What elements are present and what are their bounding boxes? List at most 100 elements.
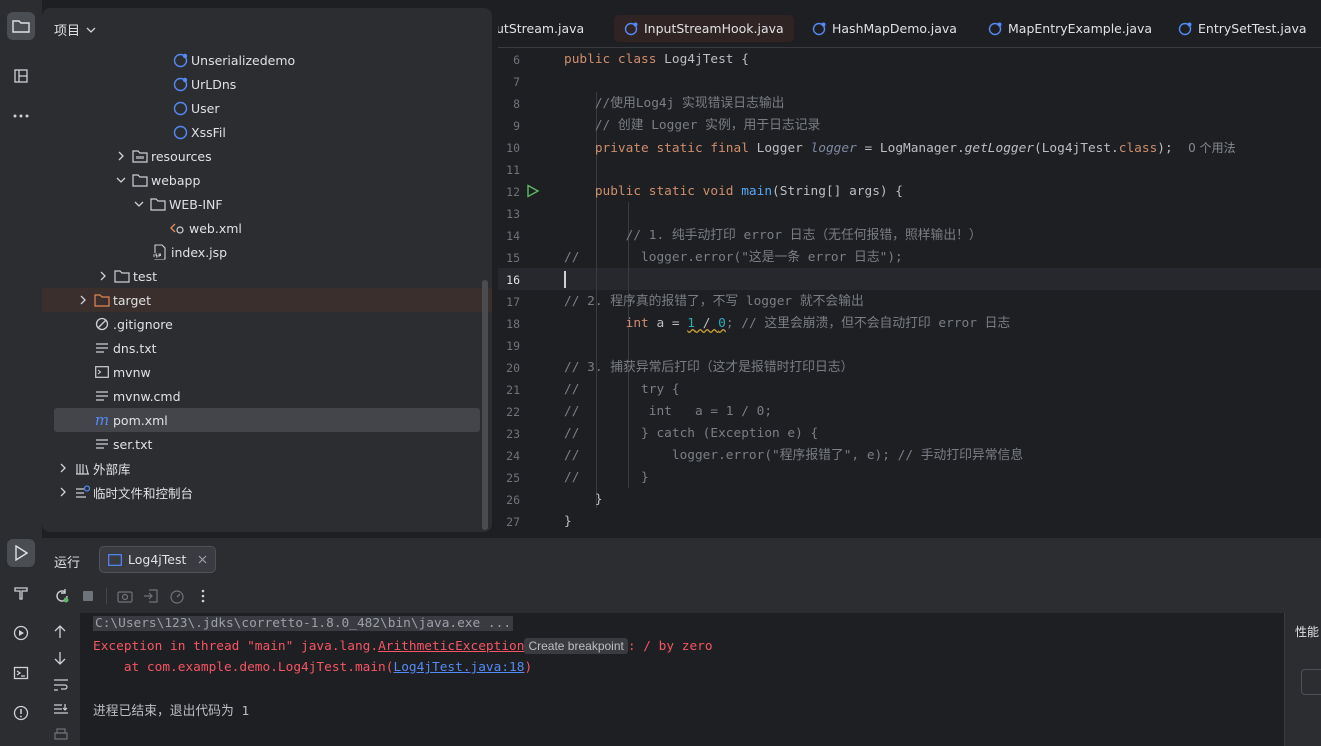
scroll-to-end-icon[interactable] <box>53 703 69 717</box>
maven-icon: m <box>94 411 110 429</box>
line-number: 16 <box>506 273 520 287</box>
run-toolbar <box>54 586 211 606</box>
services-icon[interactable] <box>7 619 35 647</box>
folder-icon <box>132 148 148 164</box>
code-line-8: //使用Log4j 实现错误日志输出 <box>564 96 785 111</box>
tree-item-xssfil[interactable]: XssFil <box>42 120 480 144</box>
console-output[interactable]: C:\Users\123\.jdks\corretto-1.8.0_482\bi… <box>80 613 1284 746</box>
line-number: 24 <box>506 449 520 463</box>
line-number: 10 <box>506 141 520 155</box>
run-panel: 运行 Log4jTest C:\Users\123\.jdks\corretto… <box>42 538 1321 746</box>
code-line-18: int a = 1 / 0; // 这里会崩溃，但不会自动打印 error 日志 <box>564 316 1011 331</box>
tree-item-dns-txt[interactable]: dns.txt <box>42 336 480 360</box>
source-link[interactable]: Log4jTest.java:18 <box>393 660 524 675</box>
profiler-icon[interactable] <box>169 588 185 604</box>
tree-item-external-libraries[interactable]: 外部库 <box>42 456 480 480</box>
code-line-10: private static final Logger logger = Log… <box>564 141 1236 156</box>
tab-hashmapdemo[interactable]: HashMapDemo.java <box>802 15 967 42</box>
tree-item-pom-xml[interactable]: m pom.xml <box>54 408 480 432</box>
chevron-down-icon[interactable] <box>132 197 146 211</box>
folder-icon <box>94 292 110 308</box>
line-number: 13 <box>506 207 520 221</box>
print-icon[interactable] <box>53 728 69 742</box>
code-line-25: // } <box>564 470 649 485</box>
tool-window-strip <box>0 0 42 746</box>
tree-item-target[interactable]: target <box>42 288 492 312</box>
arrow-up-icon[interactable] <box>54 625 66 639</box>
java-class-icon <box>172 100 188 116</box>
run-icon[interactable] <box>7 539 35 567</box>
code-line-12: public static void main(String[] args) { <box>564 184 904 199</box>
text-file-icon <box>94 340 110 356</box>
tree-item-resources[interactable]: resources <box>42 144 480 168</box>
project-panel-header[interactable]: 项目 <box>54 20 96 39</box>
create-breakpoint-button[interactable]: Create breakpoint <box>524 638 628 654</box>
console-exception-line: Exception in thread "main" java.lang.Ari… <box>93 638 713 654</box>
tree-item-unserializedemo[interactable]: Unserializedemo <box>42 48 480 72</box>
tree-item-gitignore[interactable]: .gitignore <box>42 312 480 336</box>
tree-item-web-inf[interactable]: WEB-INF <box>42 192 480 216</box>
text-cursor <box>564 271 566 288</box>
line-number: 22 <box>506 405 520 419</box>
terminal-icon[interactable] <box>7 659 35 687</box>
rerun-icon[interactable] <box>54 588 70 604</box>
tree-item-test[interactable]: test <box>42 264 480 288</box>
camera-icon[interactable] <box>117 588 133 604</box>
line-number: 6 <box>513 53 520 67</box>
gitignore-icon <box>94 316 110 332</box>
console-command-line: C:\Users\123\.jdks\corretto-1.8.0_482\bi… <box>93 616 514 631</box>
jsp-icon <box>152 244 168 260</box>
more-icon[interactable] <box>7 102 35 130</box>
folder-icon <box>150 196 166 212</box>
folder-icon[interactable] <box>7 12 35 40</box>
code-line-6: public class Log4jTest { <box>564 52 749 67</box>
arrow-down-icon[interactable] <box>54 651 66 665</box>
chevron-right-icon[interactable] <box>114 149 128 163</box>
project-scrollbar[interactable] <box>482 280 488 530</box>
tree-item-mvnw-cmd[interactable]: mvnw.cmd <box>42 384 480 408</box>
tab-inputstreamhook[interactable]: InputStreamHook.java <box>614 15 794 42</box>
chevron-right-icon[interactable] <box>56 461 70 475</box>
tree-item-index-jsp[interactable]: index.jsp <box>42 240 480 264</box>
usages-hint[interactable]: 0 个用法 <box>1188 141 1235 155</box>
stop-icon[interactable] <box>80 588 96 604</box>
text-file-icon <box>94 436 110 452</box>
tab-outputstream[interactable]: utStream.java <box>498 15 594 42</box>
line-number: 8 <box>513 97 520 111</box>
soft-wrap-icon[interactable] <box>53 678 69 692</box>
tree-item-scratches[interactable]: 临时文件和控制台 <box>42 480 480 504</box>
tree-item-urldns[interactable]: UrLDns <box>42 72 480 96</box>
line-number: 14 <box>506 229 520 243</box>
console-icon <box>108 553 122 566</box>
performance-button[interactable] <box>1301 669 1321 695</box>
exit-icon[interactable] <box>143 588 159 604</box>
line-number: 27 <box>506 515 520 529</box>
chevron-right-icon[interactable] <box>96 269 110 283</box>
build-icon[interactable] <box>7 579 35 607</box>
java-class-icon <box>812 22 826 35</box>
more-icon[interactable] <box>195 588 211 604</box>
exception-class-link[interactable]: ArithmeticException <box>378 639 524 654</box>
run-tab-log4jtest[interactable]: Log4jTest <box>99 546 217 573</box>
tab-entrysettest[interactable]: EntrySetTest.java <box>1168 15 1317 42</box>
code-line-20: // 3. 捕获异常后打印（这才是报错时打印日志） <box>564 360 854 375</box>
close-icon[interactable] <box>198 555 207 564</box>
tree-item-webapp[interactable]: webapp <box>42 168 480 192</box>
chevron-right-icon[interactable] <box>76 293 90 307</box>
chevron-down-icon[interactable] <box>114 173 128 187</box>
line-number: 25 <box>506 471 520 485</box>
chevron-right-icon[interactable] <box>56 485 70 499</box>
tree-item-web-xml[interactable]: web.xml <box>42 216 480 240</box>
tree-item-mvnw[interactable]: mvnw <box>42 360 480 384</box>
tab-mapentryexample[interactable]: MapEntryExample.java <box>978 15 1162 42</box>
run-panel-title: 运行 <box>54 556 81 571</box>
java-class-icon <box>172 124 188 140</box>
console-side-tools <box>42 613 80 746</box>
xml-icon <box>170 220 186 236</box>
tree-item-user[interactable]: User <box>42 96 480 120</box>
problems-icon[interactable] <box>7 699 35 727</box>
line-number: 15 <box>506 251 520 265</box>
run-main-gutter-icon[interactable] <box>526 184 540 198</box>
tree-item-ser-txt[interactable]: ser.txt <box>42 432 480 456</box>
structure-icon[interactable] <box>7 62 35 90</box>
